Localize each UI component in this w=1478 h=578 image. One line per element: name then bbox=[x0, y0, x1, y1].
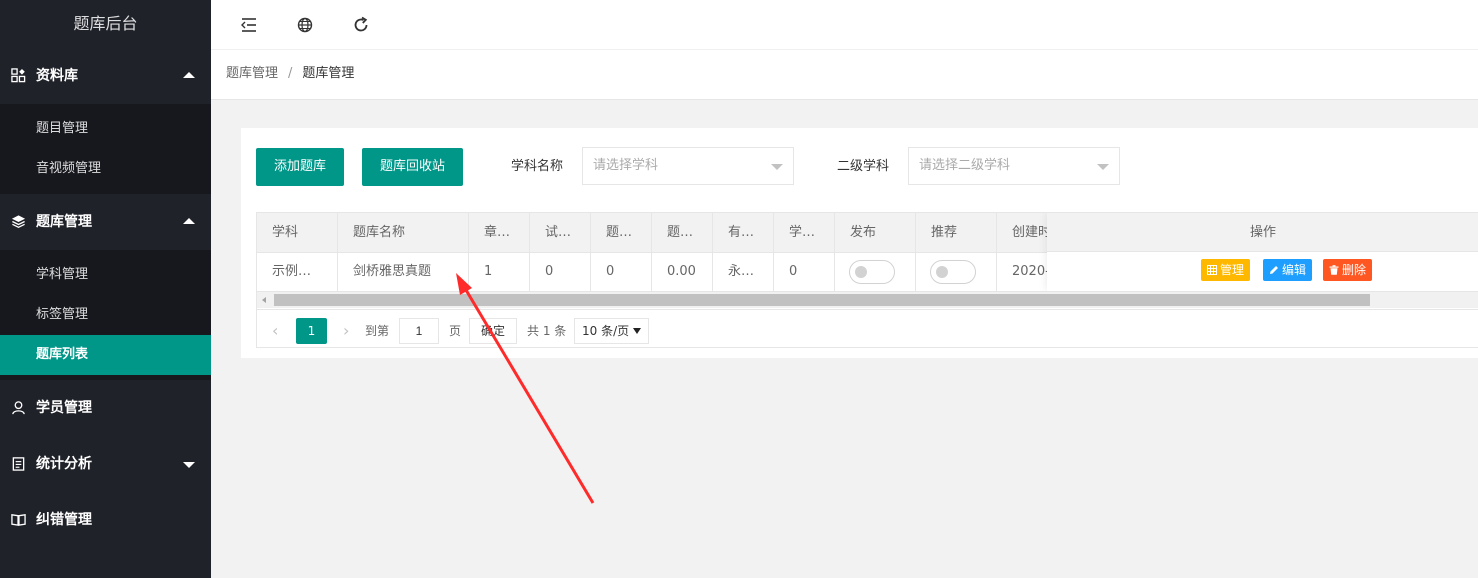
sub-subject-select[interactable]: 请选择二级学科 bbox=[908, 147, 1120, 185]
col-learners: 学… bbox=[774, 213, 835, 252]
col-price: 题… bbox=[652, 213, 713, 252]
delete-button[interactable]: 删除 bbox=[1323, 259, 1373, 281]
pencil-icon bbox=[1270, 266, 1278, 274]
book-open-icon bbox=[11, 514, 26, 526]
scroll-left-icon[interactable] bbox=[262, 297, 266, 303]
cell-chapters: 1 bbox=[469, 253, 530, 291]
menu-fold-icon[interactable] bbox=[240, 16, 258, 34]
nav-sub-library: 题目管理 音视频管理 bbox=[0, 104, 211, 194]
nav-group-bank[interactable]: 题库管理 bbox=[0, 194, 211, 250]
globe-icon[interactable] bbox=[296, 16, 314, 34]
toggle-knob bbox=[936, 266, 948, 278]
cell-subject: 示例… bbox=[257, 253, 338, 291]
total-count: 共 1 条 bbox=[527, 324, 567, 338]
toggle-knob bbox=[855, 266, 867, 278]
user-icon bbox=[12, 401, 25, 415]
cell-recommend bbox=[916, 253, 997, 291]
manage-label: 管理 bbox=[1220, 263, 1245, 277]
col-recommend: 推荐 bbox=[916, 213, 997, 252]
col-papers: 试… bbox=[530, 213, 591, 252]
top-header bbox=[211, 0, 1478, 50]
nav-group-label: 学员管理 bbox=[36, 400, 92, 416]
nav-group-label: 统计分析 bbox=[36, 456, 92, 472]
caret-up-icon bbox=[183, 72, 195, 78]
caret-down-icon bbox=[183, 462, 195, 468]
col-operations: 操作 bbox=[1047, 213, 1478, 252]
nav-group-stats[interactable]: 统计分析 bbox=[0, 436, 211, 492]
nav-sub-bank: 学科管理 标签管理 题库列表 bbox=[0, 250, 211, 380]
nav-group-label: 题库管理 bbox=[36, 214, 92, 230]
page-1-button[interactable]: 1 bbox=[296, 318, 327, 344]
ops-cell: 管理 编辑 删除 bbox=[1047, 252, 1478, 291]
nav-group-library[interactable]: 资料库 bbox=[0, 48, 211, 104]
page-size-select[interactable]: 10 条/页 bbox=[574, 318, 649, 344]
delete-label: 删除 bbox=[1342, 263, 1367, 277]
sidebar-item-media[interactable]: 音视频管理 bbox=[0, 149, 211, 189]
clipboard-icon bbox=[12, 457, 25, 471]
manage-button[interactable]: 管理 bbox=[1201, 259, 1251, 281]
nav-group-errata[interactable]: 纠错管理 bbox=[0, 492, 211, 548]
cell-questions: 0 bbox=[591, 253, 652, 291]
sub-subject-placeholder: 请选择二级学科 bbox=[919, 158, 1011, 173]
col-bank-name: 题库名称 bbox=[338, 213, 469, 252]
col-chapters: 章… bbox=[469, 213, 530, 252]
table-icon bbox=[1207, 265, 1217, 275]
breadcrumb-item[interactable]: 题库管理 bbox=[226, 66, 278, 81]
publish-toggle[interactable] bbox=[849, 260, 895, 284]
edit-button[interactable]: 编辑 bbox=[1263, 259, 1313, 281]
goto-label: 到第 bbox=[365, 324, 390, 338]
chevron-down-icon bbox=[1097, 164, 1109, 170]
col-validity: 有… bbox=[713, 213, 774, 252]
nav-group-students[interactable]: 学员管理 bbox=[0, 380, 211, 436]
grid-icon bbox=[11, 68, 26, 83]
cell-papers: 0 bbox=[530, 253, 591, 291]
sidebar-item-subjects[interactable]: 学科管理 bbox=[0, 255, 211, 295]
subject-placeholder: 请选择学科 bbox=[593, 158, 659, 173]
goto-page-input[interactable] bbox=[399, 318, 439, 344]
goto-confirm-button[interactable]: 确定 bbox=[469, 318, 517, 344]
sidebar-item-questions[interactable]: 题目管理 bbox=[0, 109, 211, 149]
refresh-icon[interactable] bbox=[352, 16, 370, 34]
nav-group-label: 纠错管理 bbox=[36, 512, 92, 528]
breadcrumb-current: 题库管理 bbox=[302, 66, 355, 81]
sidebar-item-bank-list[interactable]: 题库列表 bbox=[0, 335, 211, 375]
layers-icon bbox=[11, 215, 26, 229]
content-card: 添加题库 题库回收站 学科名称 请选择学科 二级学科 请选择二级学科 学科 题库… bbox=[241, 128, 1478, 358]
cell-publish bbox=[835, 253, 916, 291]
subject-select[interactable]: 请选择学科 bbox=[582, 147, 794, 185]
ops-column: 操作 管理 编辑 删除 bbox=[1047, 213, 1478, 291]
breadcrumb-separator: / bbox=[288, 66, 293, 81]
sidebar: 题库后台 资料库 题目管理 音视频管理 题库管理 学科管理 标签管理 题库列表 bbox=[0, 0, 211, 578]
pagination: ‹ 1 › 到第 页 确定 共 1 条 10 条/页 bbox=[257, 309, 1478, 347]
trash-icon bbox=[1329, 265, 1339, 275]
page-size-value: 10 条/页 bbox=[582, 324, 630, 338]
scroll-thumb[interactable] bbox=[274, 294, 1370, 306]
cell-price: 0.00 bbox=[652, 253, 713, 291]
next-page-icon[interactable]: › bbox=[343, 318, 349, 344]
bank-table: 学科 题库名称 章… 试… 题… 题… 有… 学… 发布 推荐 创建时 示例… … bbox=[256, 212, 1478, 348]
cell-bank-name: 剑桥雅思真题 bbox=[338, 253, 469, 291]
sub-subject-label: 二级学科 bbox=[837, 159, 890, 174]
recycle-bin-button[interactable]: 题库回收站 bbox=[362, 148, 464, 186]
prev-page-icon[interactable]: ‹ bbox=[272, 318, 278, 344]
nav-group-label: 资料库 bbox=[36, 68, 78, 84]
chevron-down-icon bbox=[771, 164, 783, 170]
chevron-down-icon bbox=[633, 328, 641, 334]
col-subject: 学科 bbox=[257, 213, 338, 252]
horizontal-scrollbar[interactable] bbox=[257, 291, 1478, 308]
page-unit-label: 页 bbox=[449, 324, 462, 338]
breadcrumb: 题库管理 / 题库管理 bbox=[211, 50, 1478, 100]
subject-label: 学科名称 bbox=[511, 159, 564, 174]
cell-validity: 永… bbox=[713, 253, 774, 291]
cell-learners: 0 bbox=[774, 253, 835, 291]
add-bank-button[interactable]: 添加题库 bbox=[256, 148, 345, 186]
sidebar-item-tags[interactable]: 标签管理 bbox=[0, 295, 211, 335]
app-title: 题库后台 bbox=[0, 0, 211, 48]
caret-up-icon bbox=[183, 218, 195, 224]
col-publish: 发布 bbox=[835, 213, 916, 252]
col-questions: 题… bbox=[591, 213, 652, 252]
edit-label: 编辑 bbox=[1282, 263, 1307, 277]
recommend-toggle[interactable] bbox=[930, 260, 976, 284]
